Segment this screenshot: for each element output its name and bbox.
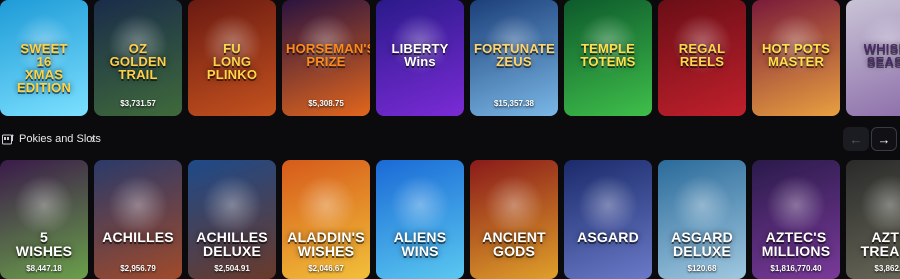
thumbnail-highlight — [766, 175, 826, 236]
jackpot-amount: $8,447.18 — [26, 264, 62, 273]
pokies-section-header: Pokies and Slots › — [0, 126, 900, 154]
game-title: AZTE TREASU — [860, 229, 900, 259]
game-tile[interactable]: ALADDIN'S WISHES $2,046.67 — [282, 160, 370, 279]
game-tile[interactable]: WHISPE SEASO — [846, 0, 900, 116]
game-tile[interactable]: FORTUNATE ZEUS $15,357.38 — [470, 0, 558, 116]
chevron-right-icon[interactable]: › — [91, 132, 95, 146]
game-tile[interactable]: SWEET 16 XMAS EDITION — [0, 0, 88, 116]
game-title: 5 WISHES — [15, 229, 73, 259]
game-title: ANCIENT GODS — [482, 229, 546, 259]
game-title: ALADDIN'S WISHES — [287, 229, 365, 259]
game-title: AZTEC'S MILLIONS — [761, 229, 831, 259]
jackpot-amount: $1,816,770.40 — [770, 264, 822, 273]
featured-games-row: SWEET 16 XMAS EDITION OZ GOLDEN TRAIL $3,7… — [0, 0, 900, 116]
game-tile[interactable]: ALIENS WINS — [376, 160, 464, 279]
game-tile[interactable]: REGAL REELS — [658, 0, 746, 116]
thumbnail-highlight — [672, 175, 732, 236]
game-title: WHISPE SEASO — [863, 41, 900, 69]
game-title: HORSEMAN'S PRIZE — [286, 41, 370, 69]
slot-machine-icon — [2, 134, 14, 145]
thumbnail-highlight — [108, 175, 168, 236]
game-tile[interactable]: TEMPLE TOTEMS — [564, 0, 652, 116]
game-tile[interactable]: ASGARD — [564, 160, 652, 279]
jackpot-amount: $120.68 — [687, 264, 717, 273]
game-tile[interactable]: FU LONG PLINKO — [188, 0, 276, 116]
pokies-games-row: 5 WISHES $8,447.18 ACHILLES $2,956.79 ACHILL… — [0, 160, 900, 279]
game-title: ACHILLES — [102, 229, 174, 245]
game-tile[interactable]: 5 WISHES $8,447.18 — [0, 160, 88, 279]
game-title: SWEET 16 XMAS EDITION — [16, 41, 72, 95]
game-title: FU LONG PLINKO — [206, 41, 258, 82]
game-tile[interactable]: AZTE TREASU $3,862.4 — [846, 160, 900, 279]
jackpot-amount: $2,046.67 — [308, 264, 344, 273]
section-title-link[interactable]: Pokies and Slots — [19, 133, 101, 145]
thumbnail-highlight — [202, 175, 262, 236]
game-title: ALIENS WINS — [393, 229, 447, 259]
jackpot-amount: $3,862.4 — [874, 264, 900, 273]
game-tile[interactable]: HORSEMAN'S PRIZE $5,308.75 — [282, 0, 370, 116]
game-tile[interactable]: OZ GOLDEN TRAIL $3,731.57 — [94, 0, 182, 116]
game-title: TEMPLE TOTEMS — [580, 41, 636, 69]
game-tile[interactable]: HOT POTS MASTER — [752, 0, 840, 116]
game-tile[interactable]: AZTEC'S MILLIONS $1,816,770.40 — [752, 160, 840, 279]
thumbnail-highlight — [14, 175, 74, 236]
game-title: ASGARD DELUXE — [671, 229, 733, 259]
thumbnail-highlight — [390, 175, 450, 236]
game-tile[interactable]: ACHILLES DELUXE $2,504.91 — [188, 160, 276, 279]
game-title: ASGARD — [577, 229, 639, 245]
game-title: REGAL REELS — [678, 41, 726, 69]
thumbnail-highlight — [484, 175, 544, 236]
jackpot-amount: $3,731.57 — [120, 99, 156, 108]
jackpot-amount: $5,308.75 — [308, 99, 344, 108]
carousel-prev-button[interactable]: ← — [843, 127, 869, 151]
game-tile[interactable]: ASGARD DELUXE $120.68 — [658, 160, 746, 279]
carousel-next-button[interactable]: → — [871, 127, 897, 151]
game-tile[interactable]: LIBERTY Wins — [376, 0, 464, 116]
game-tile[interactable]: ACHILLES $2,956.79 — [94, 160, 182, 279]
game-tile[interactable]: ANCIENT GODS — [470, 160, 558, 279]
thumbnail-highlight — [296, 175, 356, 236]
jackpot-amount: $2,956.79 — [120, 264, 156, 273]
game-title: OZ GOLDEN TRAIL — [109, 41, 167, 82]
game-title: FORTUNATE ZEUS — [474, 41, 555, 69]
thumbnail-highlight — [578, 175, 638, 236]
game-title: ACHILLES DELUXE — [196, 229, 268, 259]
game-title: HOT POTS MASTER — [761, 41, 831, 69]
jackpot-amount: $15,357.38 — [493, 99, 535, 108]
game-title: LIBERTY Wins — [391, 41, 449, 69]
jackpot-amount: $2,504.91 — [214, 264, 250, 273]
